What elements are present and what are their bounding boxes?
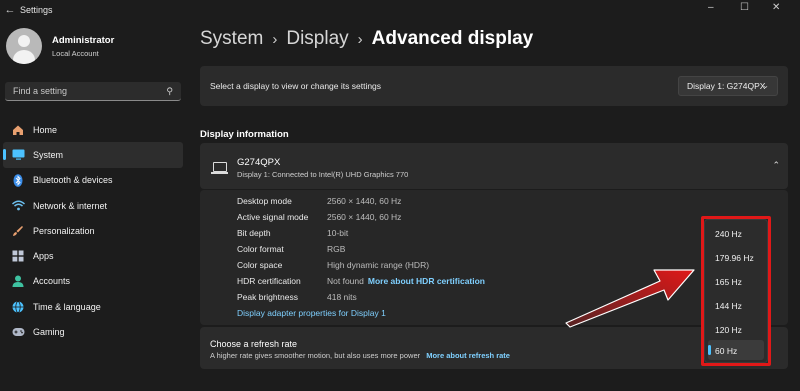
info-row: Color format RGB [237, 244, 345, 256]
info-row: Bit depth 10-bit [237, 228, 348, 240]
sidebar-item-home[interactable]: Home [3, 117, 183, 142]
refresh-rate-description: A higher rate gives smoother motion, but… [210, 351, 510, 360]
search-icon: ⚲ [166, 85, 173, 96]
annotation-highlight-box [701, 216, 771, 366]
monitor-header[interactable]: G274QPX Display 1: Connected to Intel(R)… [200, 143, 788, 189]
display-dropdown-value: Display 1: G274QPX [687, 81, 766, 91]
hdr-certification-link[interactable]: More about HDR certification [368, 276, 485, 288]
refresh-rate-text: A higher rate gives smoother motion, but… [210, 351, 421, 360]
profile-account-type: Local Account [52, 48, 99, 58]
apps-icon [11, 249, 25, 263]
user-profile[interactable]: Administrator Local Account [6, 28, 114, 64]
bluetooth-icon [11, 173, 25, 187]
sidebar-item-label: System [33, 149, 64, 160]
maximize-button[interactable]: ☐ [740, 2, 749, 13]
close-button[interactable]: ✕ [772, 2, 780, 13]
chevron-right-icon: › [272, 30, 278, 48]
sidebar-item-label: Time & language [33, 301, 101, 312]
search-input[interactable]: Find a setting ⚲ [5, 82, 181, 101]
refresh-rate-card: Choose a refresh rate A higher rate give… [200, 327, 788, 369]
section-title: Display information [200, 129, 289, 140]
info-row: Peak brightness 418 nits [237, 292, 357, 304]
info-label: Desktop mode [237, 196, 292, 206]
info-row: Color space High dynamic range (HDR) [237, 260, 429, 272]
monitor-name: G274QPX [237, 157, 281, 168]
sidebar-item-system[interactable]: System [3, 142, 183, 168]
info-value: RGB [327, 244, 346, 254]
info-row: Active signal mode 2560 × 1440, 60 Hz [237, 212, 401, 224]
breadcrumb-display[interactable]: Display [286, 28, 348, 50]
breadcrumb: System › Display › Advanced display [200, 28, 533, 50]
sidebar-item-bluetooth[interactable]: Bluetooth & devices [3, 168, 183, 193]
sidebar-item-label: Network & internet [33, 200, 108, 211]
search-placeholder: Find a setting [13, 86, 68, 96]
avatar [6, 28, 42, 64]
chevron-down-icon: ⌄ [762, 81, 769, 90]
chevron-up-icon[interactable]: ⌃ [772, 160, 780, 171]
display-dropdown[interactable]: Display 1: G274QPX ⌄ [678, 76, 778, 96]
sidebar-item-apps[interactable]: Apps [3, 243, 183, 268]
adapter-properties-link[interactable]: Display adapter properties for Display 1 [237, 308, 386, 318]
system-icon [11, 148, 25, 162]
monitor-subtitle: Display 1: Connected to Intel(R) UHD Gra… [237, 170, 409, 179]
sidebar-item-label: Home [33, 124, 58, 135]
info-value: 418 nits [327, 292, 357, 302]
minimize-button[interactable]: – [708, 2, 714, 13]
accounts-icon [11, 274, 25, 288]
sidebar-item-gaming[interactable]: Gaming [3, 319, 183, 344]
sidebar-item-label: Apps [33, 251, 54, 262]
sidebar: Administrator Local Account Find a setti… [0, 20, 190, 391]
back-arrow-icon[interactable]: ← [0, 4, 20, 16]
display-info-panel: Desktop mode 2560 × 1440, 60 Hz Active s… [200, 190, 788, 325]
brush-icon [11, 224, 25, 238]
breadcrumb-system[interactable]: System [200, 28, 263, 50]
info-value: Not found [327, 276, 364, 286]
info-row: Desktop mode 2560 × 1440, 60 Hz [237, 196, 401, 208]
info-label: Color space [237, 260, 283, 270]
info-value: 2560 × 1440, 60 Hz [327, 212, 402, 222]
info-value: 2560 × 1440, 60 Hz [327, 196, 402, 206]
info-label: Color format [237, 244, 284, 254]
title-bar: ← Settings – ☐ ✕ [0, 0, 800, 20]
info-row: HDR certification Not found More about H… [237, 276, 485, 288]
home-icon [11, 123, 25, 137]
info-label: Active signal mode [237, 212, 309, 222]
display-select-label: Select a display to view or change its s… [210, 81, 382, 91]
chevron-right-icon: › [357, 30, 363, 48]
globe-icon [11, 300, 25, 314]
sidebar-item-time-language[interactable]: Time & language [3, 294, 183, 319]
info-value: High dynamic range (HDR) [327, 260, 430, 270]
sidebar-item-label: Gaming [33, 327, 65, 338]
display-select-card: Select a display to view or change its s… [200, 66, 788, 106]
sidebar-item-personalization[interactable]: Personalization [3, 218, 183, 243]
sidebar-item-label: Personalization [33, 225, 95, 236]
info-value: 10-bit [327, 228, 349, 238]
sidebar-item-network[interactable]: Network & internet [3, 193, 183, 218]
profile-name: Administrator [52, 34, 115, 46]
info-label: Peak brightness [237, 292, 298, 302]
sidebar-item-label: Accounts [33, 276, 71, 287]
nav-list: Home System Bluetooth & devices Network … [3, 117, 183, 345]
refresh-rate-title: Choose a refresh rate [210, 339, 298, 349]
info-label: HDR certification [237, 276, 301, 286]
window-title: Settings [20, 5, 53, 15]
sidebar-item-label: Bluetooth & devices [33, 175, 113, 186]
monitor-icon [211, 162, 228, 174]
refresh-rate-link[interactable]: More about refresh rate [426, 351, 510, 360]
gamepad-icon [11, 325, 25, 339]
info-label: Bit depth [237, 228, 271, 238]
page-title: Advanced display [371, 28, 534, 49]
wifi-icon [11, 199, 25, 213]
sidebar-item-accounts[interactable]: Accounts [3, 269, 183, 294]
